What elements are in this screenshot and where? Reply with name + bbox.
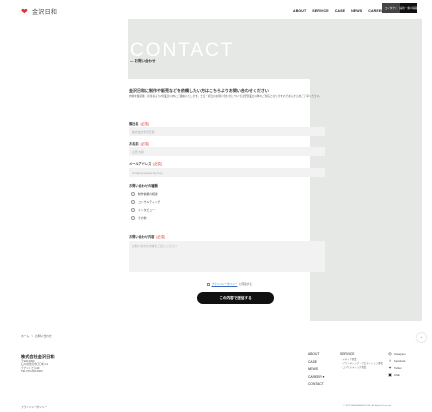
radio-button[interactable] bbox=[131, 216, 135, 220]
privacy-consent-text: に同意する bbox=[238, 283, 252, 286]
page-top-button[interactable]: ^ bbox=[417, 333, 426, 342]
nav-service[interactable]: SERVICE bbox=[312, 9, 328, 13]
required-mark: [必須] bbox=[140, 142, 149, 146]
instagram-icon: ◎ bbox=[388, 351, 392, 356]
required-mark: [必須] bbox=[153, 162, 162, 166]
header-contact-button[interactable]: コンタクト bbox=[382, 3, 400, 13]
inquiry-type-option[interactable]: その他 bbox=[131, 216, 146, 220]
footer-social: ◎ Instagram f Facebook ✦ Twitter ▣ LINE bbox=[388, 351, 406, 377]
site-footer: 株式会社金沢日和 〒920-0000 石川県金沢市〇〇町1-2 テナントビル2F… bbox=[10, 343, 422, 411]
footer-nav-career[interactable]: CAREER ▾ bbox=[308, 375, 324, 379]
required-mark: [必須] bbox=[140, 122, 149, 126]
inquiry-type-option[interactable]: 制作依頼の相談 bbox=[131, 192, 158, 196]
site-logo[interactable]: ❤ 金沢日和 bbox=[21, 7, 58, 17]
social-facebook[interactable]: f Facebook bbox=[388, 359, 406, 363]
name-input[interactable]: 山田 太郎 bbox=[129, 147, 325, 156]
privacy-checkbox[interactable] bbox=[207, 282, 210, 286]
inquiry-type-option[interactable]: コンサルティング bbox=[131, 200, 160, 204]
social-line[interactable]: ▣ LINE bbox=[388, 373, 406, 377]
inquiry-type-option[interactable]: インタビュー bbox=[131, 208, 155, 212]
name-label: お名前 [必須] bbox=[129, 141, 149, 146]
nav-news[interactable]: NEWS bbox=[351, 9, 362, 13]
footer-nav: ABOUT CASE NEWS CAREER ▾ CONTACT bbox=[308, 352, 324, 386]
breadcrumb: ホーム > お問い合わせ bbox=[21, 334, 52, 338]
submit-button[interactable]: この内容で送信する bbox=[197, 292, 274, 304]
copyright: © 2023 KANAZAWA BIYORI. All Rights Reser… bbox=[343, 405, 392, 407]
footer-nav-contact[interactable]: CONTACT bbox=[308, 382, 324, 386]
social-label: LINE bbox=[394, 373, 400, 377]
line-icon: ▣ bbox=[388, 372, 392, 377]
name-label-text: お名前 bbox=[129, 142, 139, 146]
header-recruit-button[interactable]: 採用・求人情報 bbox=[399, 3, 418, 13]
radio-button[interactable] bbox=[131, 208, 135, 212]
footer-nav-about[interactable]: ABOUT bbox=[308, 352, 324, 356]
form-intro-text: 内容を確認後、担当者より2営業日以内にご連絡いたします。土日・祝日のお問い合わせ… bbox=[129, 95, 322, 98]
radio-label: コンサルティング bbox=[138, 200, 161, 204]
privacy-consent: プライバシーポリシー に同意する bbox=[207, 282, 252, 286]
social-label: Twitter bbox=[394, 366, 402, 370]
footer-service-title[interactable]: SERVICE bbox=[340, 352, 383, 356]
facebook-icon: f bbox=[389, 358, 391, 363]
radio-label: 制作依頼の相談 bbox=[138, 192, 158, 196]
nav-case[interactable]: CASE bbox=[335, 9, 345, 13]
logo-text: 金沢日和 bbox=[32, 9, 58, 16]
inquiry-type-label: お問い合わせの種類 bbox=[129, 184, 158, 188]
radio-label: その他 bbox=[138, 216, 147, 220]
company-label: 御社名 [必須] bbox=[129, 121, 149, 126]
address-line: TEL 076-000-0000 bbox=[21, 370, 43, 374]
page: ❤ 金沢日和 ABOUT SERVICE CASE NEWS CAREER ▾ … bbox=[10, 3, 422, 411]
inquiry-content-textarea[interactable]: お問い合わせ内容をご記入ください bbox=[129, 241, 325, 272]
required-mark: [必須] bbox=[156, 235, 165, 239]
social-instagram[interactable]: ◎ Instagram bbox=[388, 351, 406, 356]
form-intro-heading: 金沢日和に制作や販売などを依頼したい方はこちらよりお問い合わせください bbox=[129, 88, 269, 93]
heart-logo-icon: ❤ bbox=[21, 7, 28, 16]
inquiry-content-label-text: お問い合わせ内容 bbox=[129, 235, 155, 239]
page-subtitle: — お問い合わせ bbox=[130, 59, 156, 63]
footer-nav-case[interactable]: CASE bbox=[308, 360, 324, 364]
site-header: ❤ 金沢日和 ABOUT SERVICE CASE NEWS CAREER ▾ bbox=[10, 3, 422, 19]
email-input[interactable]: info@kanazawa-biyori.jp bbox=[129, 168, 325, 177]
email-label: メールアドレス [必須] bbox=[129, 161, 161, 166]
breadcrumb-separator: > bbox=[31, 334, 33, 338]
company-label-text: 御社名 bbox=[129, 122, 139, 126]
inquiry-content-label: お問い合わせ内容 [必須] bbox=[129, 234, 165, 239]
footer-privacy-link[interactable]: プライバシーポリシー bbox=[21, 405, 47, 409]
footer-service-item[interactable]: ・コンサルティング事業 bbox=[340, 366, 383, 370]
radio-label: インタビュー bbox=[138, 208, 155, 212]
nav-about[interactable]: ABOUT bbox=[293, 9, 306, 13]
company-input[interactable]: 株式会社金沢日和 bbox=[129, 127, 325, 136]
social-twitter[interactable]: ✦ Twitter bbox=[388, 366, 406, 370]
social-label: Instagram bbox=[394, 352, 406, 356]
breadcrumb-home[interactable]: ホーム bbox=[21, 334, 29, 338]
global-nav: ABOUT SERVICE CASE NEWS CAREER ▾ bbox=[293, 3, 387, 19]
breadcrumb-current: お問い合わせ bbox=[34, 334, 52, 338]
footer-address: 〒920-0000 石川県金沢市〇〇町1-2 テナントビル2F TEL 076-… bbox=[21, 360, 48, 374]
email-label-text: メールアドレス bbox=[129, 162, 152, 166]
privacy-policy-link[interactable]: プライバシーポリシー bbox=[212, 282, 238, 286]
twitter-icon: ✦ bbox=[388, 365, 392, 370]
footer-nav-news[interactable]: NEWS bbox=[308, 367, 324, 371]
radio-button[interactable] bbox=[131, 200, 135, 204]
social-label: Facebook bbox=[394, 359, 406, 363]
footer-service: SERVICE ・メディア事業 ・ブランディング・プロモーション事業 ・コンサル… bbox=[340, 352, 383, 369]
radio-button[interactable] bbox=[131, 192, 135, 196]
